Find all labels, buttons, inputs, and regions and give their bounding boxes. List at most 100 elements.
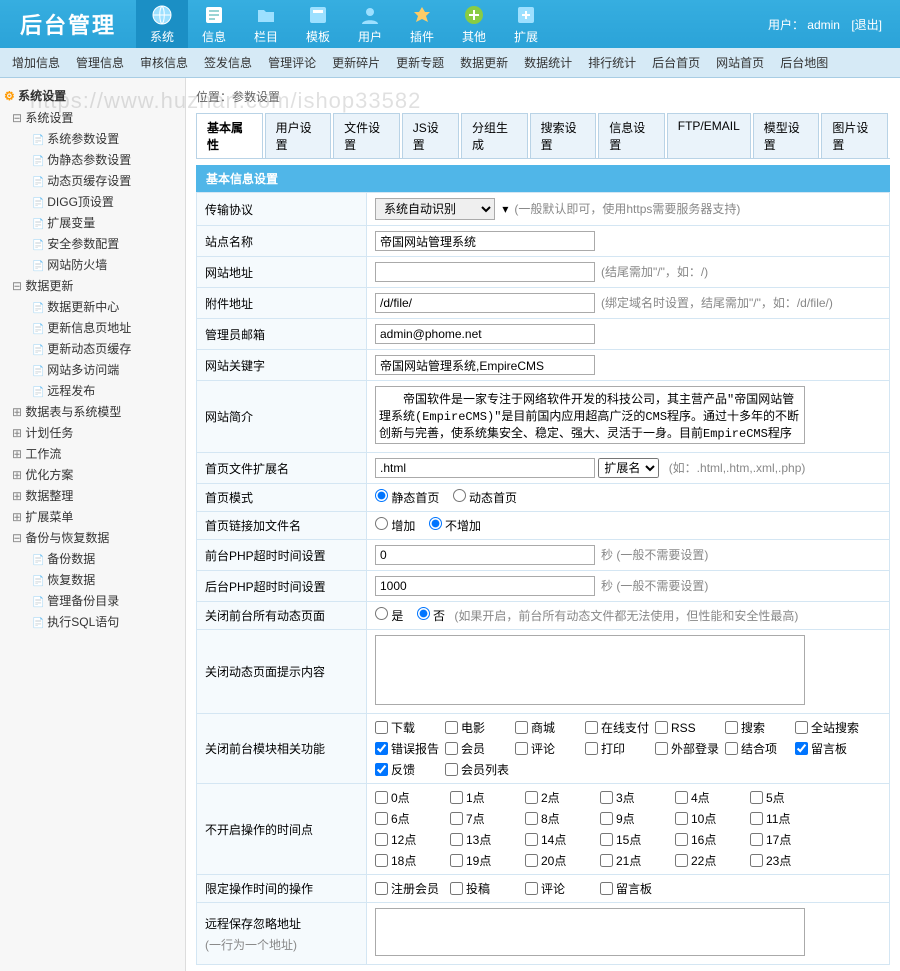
top-nav-folder[interactable]: 栏目 <box>240 0 292 48</box>
input-attachurl[interactable] <box>375 293 595 313</box>
hour-checkbox[interactable]: 14点 <box>525 831 600 848</box>
tab[interactable]: JS设置 <box>402 113 459 158</box>
tree-leaf[interactable]: 网站防火墙 <box>12 254 181 275</box>
radio-close-yes[interactable] <box>375 607 388 620</box>
hour-checkbox[interactable]: 7点 <box>450 810 525 827</box>
tree-group[interactable]: 优化方案 <box>12 464 181 485</box>
module-checkbox[interactable]: 打印 <box>585 740 655 757</box>
hour-checkbox[interactable]: 20点 <box>525 852 600 869</box>
tree-leaf[interactable]: 远程发布 <box>12 380 181 401</box>
hour-checkbox[interactable]: 9点 <box>600 810 675 827</box>
subnav-item[interactable]: 更新专题 <box>396 54 444 71</box>
module-checkbox[interactable]: 错误报告 <box>375 740 445 757</box>
timeop-checkbox[interactable]: 注册会员 <box>375 880 450 897</box>
tree-leaf[interactable]: 网站多访问端 <box>12 359 181 380</box>
tree-leaf[interactable]: 恢复数据 <box>12 569 181 590</box>
tree-group[interactable]: 计划任务 <box>12 422 181 443</box>
hour-checkbox[interactable]: 3点 <box>600 789 675 806</box>
tree-group[interactable]: 数据表与系统模型 <box>12 401 181 422</box>
hour-checkbox[interactable]: 22点 <box>675 852 750 869</box>
hour-checkbox[interactable]: 23点 <box>750 852 825 869</box>
input-sitename[interactable] <box>375 231 595 251</box>
hour-checkbox[interactable]: 4点 <box>675 789 750 806</box>
top-nav-edit[interactable]: 信息 <box>188 0 240 48</box>
hour-checkbox[interactable]: 19点 <box>450 852 525 869</box>
hour-checkbox[interactable]: 15点 <box>600 831 675 848</box>
tab[interactable]: 用户设置 <box>265 113 332 158</box>
tab[interactable]: 基本属性 <box>196 113 263 158</box>
tree-group[interactable]: 扩展菜单 <box>12 506 181 527</box>
module-checkbox[interactable]: 外部登录 <box>655 740 725 757</box>
tree-leaf[interactable]: 更新信息页地址 <box>12 317 181 338</box>
tree-leaf[interactable]: 更新动态页缓存 <box>12 338 181 359</box>
module-checkbox[interactable]: RSS <box>655 719 725 736</box>
logout-link[interactable]: [退出] <box>851 18 882 32</box>
module-checkbox[interactable]: 电影 <box>445 719 515 736</box>
module-checkbox[interactable]: 反馈 <box>375 761 445 778</box>
hour-checkbox[interactable]: 13点 <box>450 831 525 848</box>
tab[interactable]: 文件设置 <box>333 113 400 158</box>
input-indexext[interactable] <box>375 458 595 478</box>
tree-leaf[interactable]: DIGG顶设置 <box>12 191 181 212</box>
select-indexext[interactable]: 扩展名 <box>598 458 659 478</box>
hour-checkbox[interactable]: 5点 <box>750 789 825 806</box>
tree-leaf[interactable]: 安全参数配置 <box>12 233 181 254</box>
top-nav-user[interactable]: 用户 <box>344 0 396 48</box>
tree-leaf[interactable]: 动态页缓存设置 <box>12 170 181 191</box>
input-siteurl[interactable] <box>375 262 595 282</box>
tree-leaf[interactable]: 伪静态参数设置 <box>12 149 181 170</box>
tab[interactable]: 搜索设置 <box>530 113 597 158</box>
tab[interactable]: 信息设置 <box>598 113 665 158</box>
hour-checkbox[interactable]: 2点 <box>525 789 600 806</box>
radio-dynamic[interactable] <box>453 489 466 502</box>
hour-checkbox[interactable]: 11点 <box>750 810 825 827</box>
hour-checkbox[interactable]: 16点 <box>675 831 750 848</box>
tab[interactable]: 分组生成 <box>461 113 528 158</box>
tree-leaf[interactable]: 数据更新中心 <box>12 296 181 317</box>
tab[interactable]: 图片设置 <box>821 113 888 158</box>
top-nav-expand[interactable]: 扩展 <box>500 0 552 48</box>
input-fronttimeout[interactable] <box>375 545 595 565</box>
radio-noadd[interactable] <box>429 517 442 530</box>
module-checkbox[interactable]: 会员列表 <box>445 761 515 778</box>
input-backtimeout[interactable] <box>375 576 595 596</box>
hour-checkbox[interactable]: 12点 <box>375 831 450 848</box>
subnav-item[interactable]: 更新碎片 <box>332 54 380 71</box>
radio-add[interactable] <box>375 517 388 530</box>
tree-leaf[interactable]: 管理备份目录 <box>12 590 181 611</box>
timeop-checkbox[interactable]: 评论 <box>525 880 600 897</box>
tree-group[interactable]: 工作流 <box>12 443 181 464</box>
input-email[interactable] <box>375 324 595 344</box>
tab[interactable]: 模型设置 <box>753 113 820 158</box>
tree-leaf[interactable]: 执行SQL语句 <box>12 611 181 632</box>
subnav-item[interactable]: 签发信息 <box>204 54 252 71</box>
radio-close-no[interactable] <box>417 607 430 620</box>
select-protocol[interactable]: 系统自动识别 <box>375 198 495 220</box>
subnav-item[interactable]: 排行统计 <box>588 54 636 71</box>
hour-checkbox[interactable]: 21点 <box>600 852 675 869</box>
subnav-item[interactable]: 审核信息 <box>140 54 188 71</box>
subnav-item[interactable]: 数据更新 <box>460 54 508 71</box>
tree-group[interactable]: 备份与恢复数据 <box>12 527 181 548</box>
hour-checkbox[interactable]: 17点 <box>750 831 825 848</box>
subnav-item[interactable]: 管理评论 <box>268 54 316 71</box>
hour-checkbox[interactable]: 18点 <box>375 852 450 869</box>
input-keywords[interactable] <box>375 355 595 375</box>
tab[interactable]: FTP/EMAIL <box>667 113 751 158</box>
top-nav-template[interactable]: 模板 <box>292 0 344 48</box>
module-checkbox[interactable]: 留言板 <box>795 740 865 757</box>
module-checkbox[interactable]: 评论 <box>515 740 585 757</box>
module-checkbox[interactable]: 搜索 <box>725 719 795 736</box>
module-checkbox[interactable]: 在线支付 <box>585 719 655 736</box>
textarea-closehint[interactable] <box>375 635 805 705</box>
subnav-item[interactable]: 数据统计 <box>524 54 572 71</box>
module-checkbox[interactable]: 会员 <box>445 740 515 757</box>
tree-group[interactable]: 系统设置 <box>12 107 181 128</box>
top-nav-globe[interactable]: 系统 <box>136 0 188 48</box>
module-checkbox[interactable]: 商城 <box>515 719 585 736</box>
tree-leaf[interactable]: 扩展变量 <box>12 212 181 233</box>
radio-static[interactable] <box>375 489 388 502</box>
timeop-checkbox[interactable]: 留言板 <box>600 880 675 897</box>
module-checkbox[interactable]: 全站搜索 <box>795 719 865 736</box>
tree-leaf[interactable]: 备份数据 <box>12 548 181 569</box>
